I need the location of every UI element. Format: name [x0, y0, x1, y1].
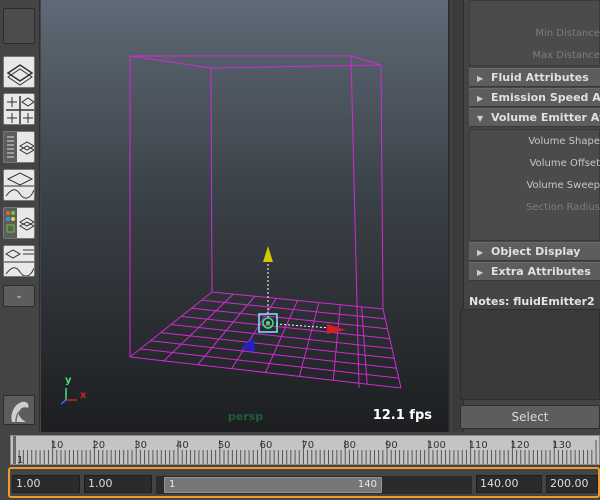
perspective-viewport[interactable]: y x persp 12.1 fps [41, 0, 450, 432]
tool-shelf-button[interactable] [3, 8, 35, 44]
expand-arrow-icon: ▶ [477, 268, 484, 277]
ruler-tick-label: 30 [134, 440, 147, 451]
animation-start-field[interactable]: 1.00 [12, 475, 80, 493]
expand-arrow-icon: ▶ [477, 94, 484, 103]
hypershade-icon [4, 208, 34, 238]
distance-attributes-box: Min Distance Max Distance [469, 0, 600, 66]
notes-label: Notes: fluidEmitter2 [469, 295, 595, 308]
ruler-tick-label: 40 [176, 440, 189, 451]
attr-volume-shape: Volume Shape [528, 136, 600, 147]
animation-end-field[interactable]: 200.00 [546, 475, 598, 493]
ruler-tick-label: 20 [92, 440, 105, 451]
section-emission-speed-attributes[interactable]: ▶Emission Speed Attributes [469, 88, 600, 107]
single-view-icon [6, 64, 34, 86]
attr-volume-sweep: Volume Sweep [526, 180, 600, 191]
four-view-button[interactable] [3, 93, 35, 125]
time-slider-edge [0, 433, 10, 465]
volume-emitter-box: Volume Shape Volume Offset Volume Sweep … [469, 129, 600, 241]
axis-x-label: x [80, 390, 87, 401]
playback-start-field[interactable]: 1.00 [84, 475, 152, 493]
ruler-tick-label: 110 [469, 440, 488, 451]
section-object-display[interactable]: ▶ Object Display [469, 242, 600, 261]
range-handle-start: 1 [169, 479, 176, 490]
section-volume-emitter-attributes[interactable]: ▼Volume Emitter Attributes [469, 108, 600, 127]
outliner-icon [4, 132, 34, 162]
range-handle-end: 140 [357, 479, 377, 490]
maya-window: ⌄ y x persp 12.1 fps Min Distance Max Di… [0, 0, 600, 500]
axis-y-label: y [65, 375, 72, 386]
attribute-editor: Min Distance Max Distance ▶ Fluid Attribu… [452, 0, 600, 432]
expand-arrow-icon: ▶ [477, 248, 484, 257]
ruler-tick-label: 100 [427, 440, 446, 451]
ruler-tick-label: 60 [260, 440, 273, 451]
time-slider[interactable]: 10 20 30 40 50 60 70 80 90 100 110 120 130 1 [0, 433, 600, 465]
graph-editor-icon [4, 172, 34, 199]
attr-volume-offset: Volume Offset [529, 158, 600, 169]
expand-arrow-icon: ▶ [477, 74, 484, 83]
hypershade-persp-button[interactable] [3, 207, 35, 239]
select-button[interactable]: Select [460, 405, 600, 429]
maya-logo-button[interactable] [3, 395, 35, 425]
time-ruler[interactable]: 10 20 30 40 50 60 70 80 90 100 110 120 130 1 [10, 435, 600, 465]
maya-logo-icon [11, 401, 29, 423]
playback-end-field[interactable]: 140.00 [476, 475, 542, 493]
more-layouts-button[interactable]: ⌄ [3, 285, 35, 307]
range-track[interactable]: 1 140 [156, 476, 472, 494]
range-slider: 1.00 1.00 1 140 140.00 200.00 [8, 467, 600, 498]
single-perspective-view-button[interactable] [3, 56, 35, 88]
notes-textarea[interactable] [460, 309, 600, 400]
fps-readout: 12.1 fps [372, 408, 432, 423]
current-frame-label: 1 [17, 455, 23, 465]
outliner-persp-button[interactable] [3, 131, 35, 163]
ruler-tick-label: 50 [218, 440, 231, 451]
range-handle[interactable]: 1 140 [164, 477, 382, 493]
layout-icon [4, 249, 34, 276]
ruler-tick-label: 90 [385, 440, 398, 451]
attr-max-distance: Max Distance [532, 50, 600, 61]
attr-section-radius: Section Radius [526, 202, 600, 213]
collapse-arrow-icon: ▼ [477, 114, 484, 123]
persp-outliner-graph-button[interactable] [3, 245, 35, 277]
current-time-marker[interactable] [13, 436, 16, 465]
ruler-tick-label: 120 [510, 440, 529, 451]
chevron-down-icon: ⌄ [15, 291, 23, 301]
time-ruler-ticks: 10 20 30 40 50 60 70 80 90 100 110 120 130 1 [13, 436, 597, 465]
ruler-tick-label: 10 [51, 440, 64, 451]
ruler-tick-label: 130 [552, 440, 571, 451]
ruler-tick-label: 70 [301, 440, 314, 451]
ruler-tick-label: 80 [343, 440, 356, 451]
section-extra-attributes[interactable]: ▶ Extra Attributes [469, 262, 600, 281]
section-fluid-attributes[interactable]: ▶ Fluid Attributes [469, 68, 600, 87]
view-axis-indicator [60, 388, 77, 405]
attr-min-distance: Min Distance [535, 28, 600, 39]
left-toolbar: ⌄ [0, 0, 40, 432]
persp-graph-button[interactable] [3, 169, 35, 201]
four-view-icon [6, 96, 34, 124]
